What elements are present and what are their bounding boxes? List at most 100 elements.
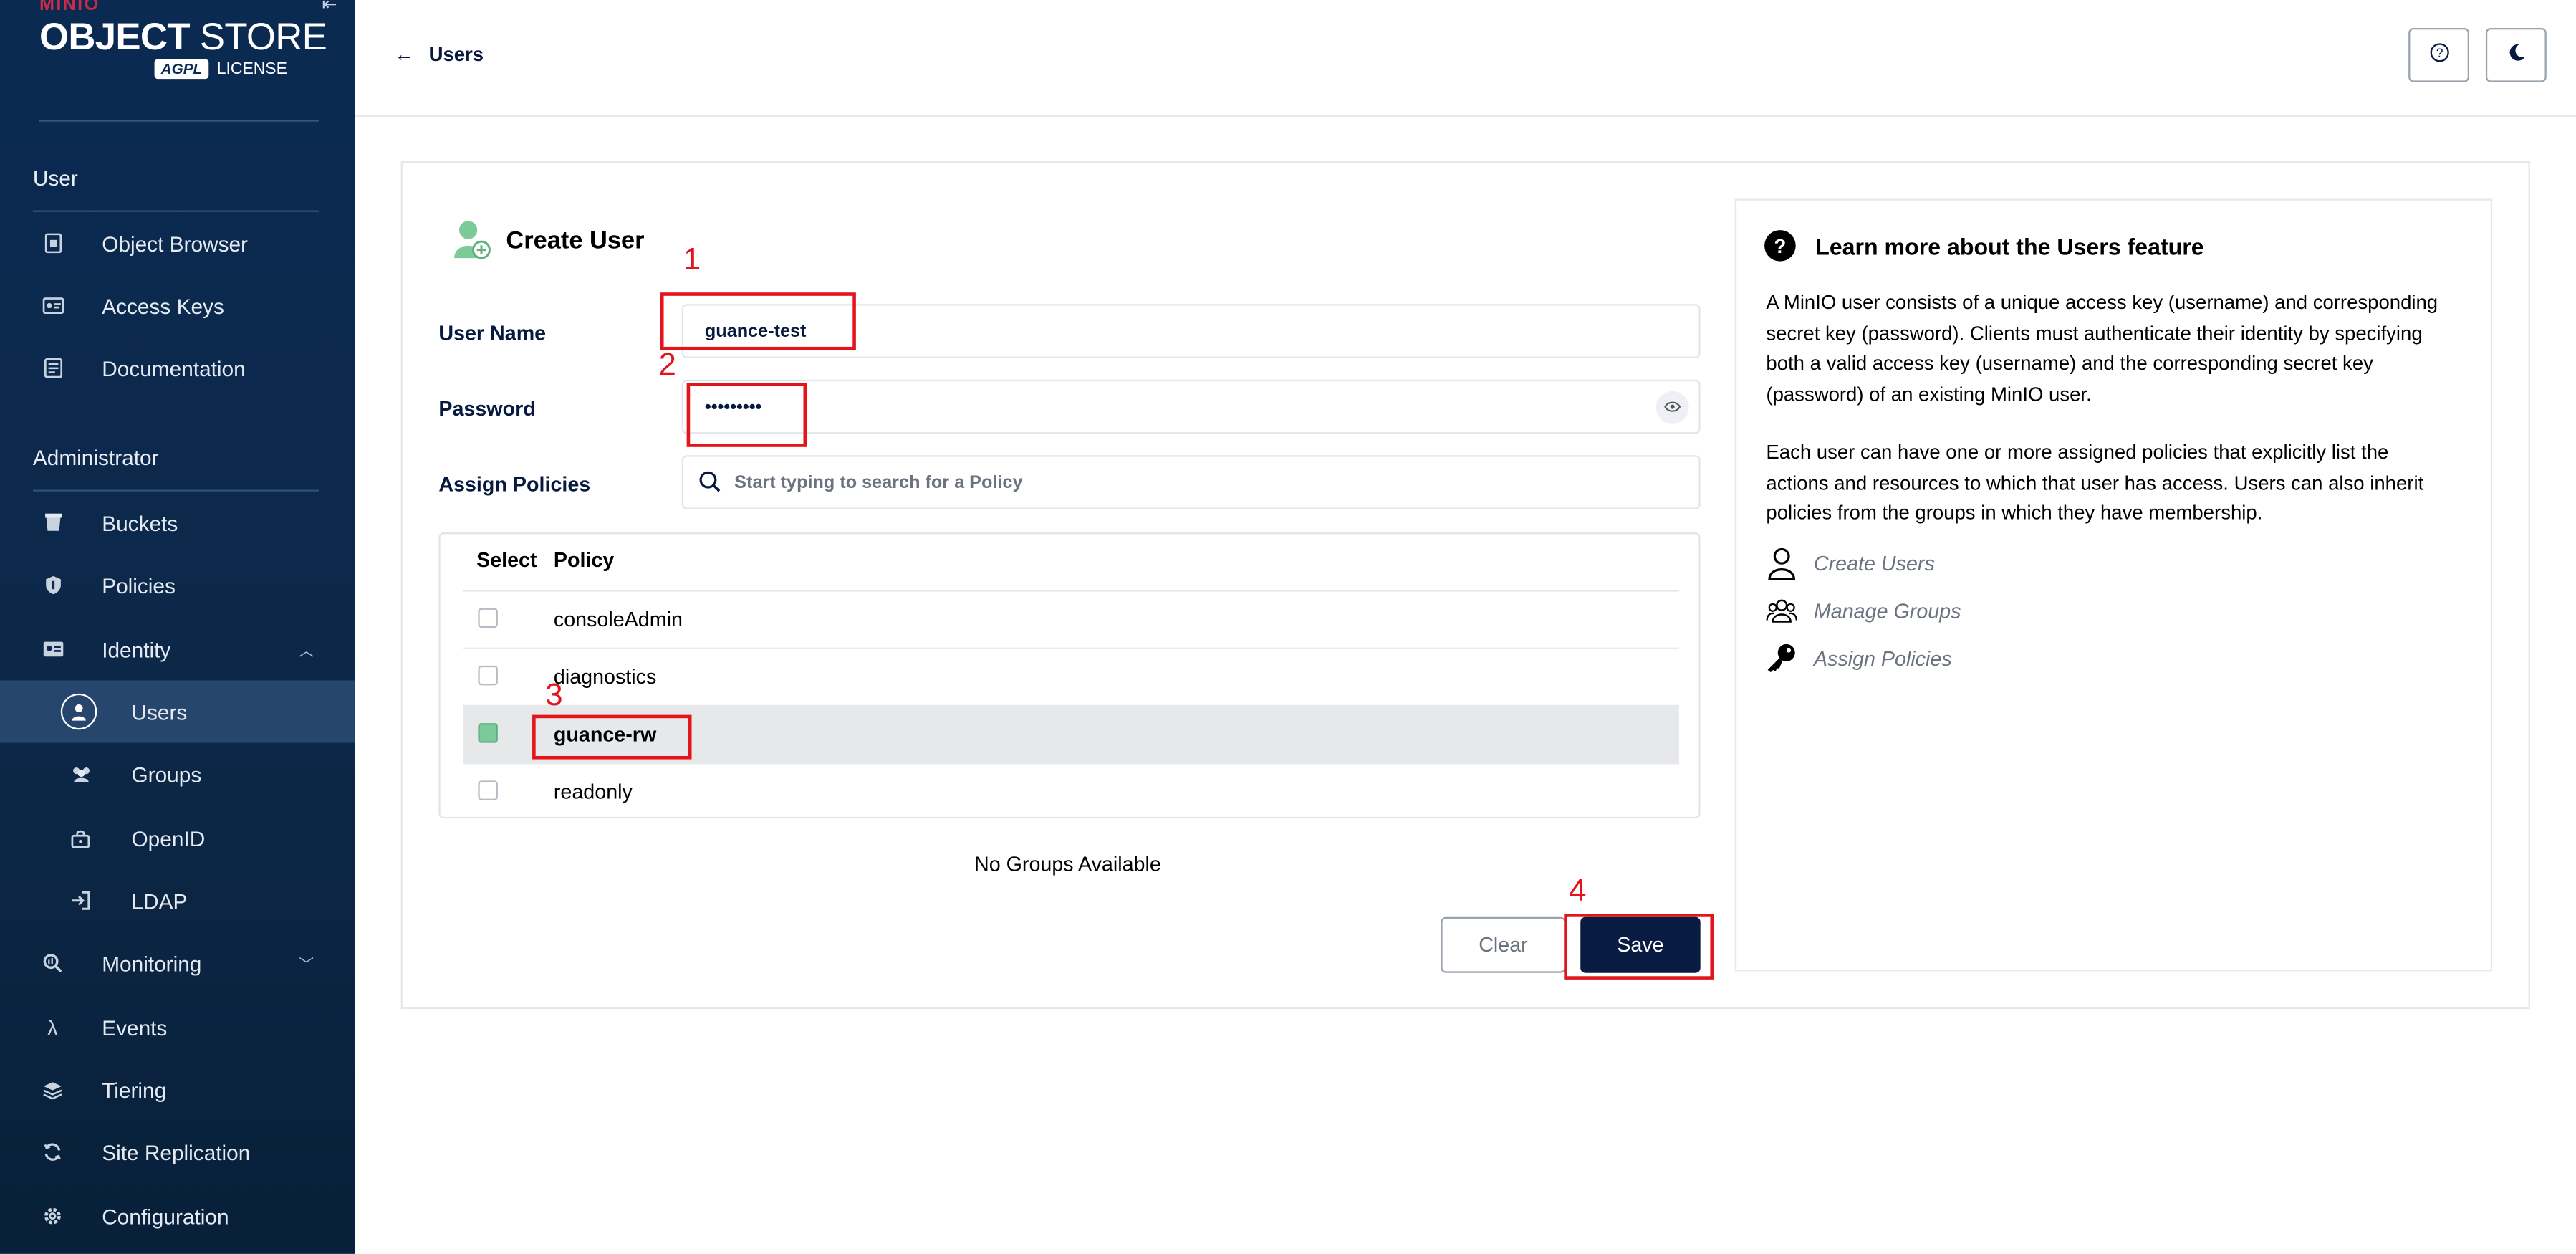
dark-mode-button[interactable] bbox=[2485, 27, 2547, 82]
assign-policies-label: Assign Policies bbox=[438, 473, 591, 497]
checkbox[interactable] bbox=[478, 665, 498, 686]
site-replication-icon bbox=[41, 1141, 64, 1164]
annotation-box bbox=[1564, 914, 1714, 980]
annotation-box bbox=[660, 292, 856, 350]
sidebar-item-users[interactable]: Users bbox=[0, 680, 355, 743]
sidebar-item-label: LDAP bbox=[131, 888, 188, 913]
help-link-label: Assign Policies bbox=[1813, 646, 1952, 670]
sidebar-item-label: Monitoring bbox=[102, 950, 202, 976]
brand-license: AGPL LICENSE bbox=[154, 59, 287, 80]
help-link-assign-policies[interactable]: Assign Policies bbox=[1766, 643, 1952, 674]
annotation-box bbox=[532, 714, 692, 760]
monitoring-icon bbox=[41, 952, 64, 975]
sidebar-item-configuration[interactable]: Configuration bbox=[0, 1185, 355, 1248]
sidebar-item-label: Tiering bbox=[102, 1077, 167, 1102]
sidebar-item-label: Buckets bbox=[102, 510, 178, 535]
chevron-down-icon[interactable]: ﹀ bbox=[299, 952, 314, 974]
sidebar-item-label: Configuration bbox=[102, 1203, 229, 1229]
sidebar-item-label: Identity bbox=[102, 636, 171, 662]
annotation-number: 3 bbox=[545, 679, 563, 714]
access-keys-icon bbox=[41, 295, 64, 317]
license-text: LICENSE bbox=[216, 59, 287, 78]
sidebar-item-label: Site Replication bbox=[102, 1139, 251, 1164]
password-label: Password bbox=[438, 398, 536, 421]
clear-button[interactable]: Clear bbox=[1441, 916, 1566, 973]
svg-text:?: ? bbox=[2436, 45, 2443, 59]
ldap-icon bbox=[69, 889, 92, 912]
sidebar-item-label: OpenID bbox=[131, 825, 206, 851]
help-paragraph: A MinIO user consists of a unique access… bbox=[1766, 290, 2438, 406]
annotation-number: 4 bbox=[1569, 874, 1587, 909]
section-administrator: Administrator bbox=[32, 445, 159, 470]
search-placeholder: Start typing to search for a Policy bbox=[734, 472, 1023, 492]
sidebar-item-groups[interactable]: Groups bbox=[0, 743, 355, 805]
sidebar-item-monitoring[interactable]: Monitoring ﹀ bbox=[0, 932, 355, 994]
top-bar: ← Users ? bbox=[355, 0, 2576, 117]
table-row[interactable]: readonly bbox=[463, 762, 1679, 822]
table-row[interactable]: diagnostics bbox=[463, 647, 1679, 707]
user-add-icon bbox=[453, 219, 493, 262]
arrow-left-icon: ← bbox=[394, 42, 414, 66]
groups-icon bbox=[69, 762, 92, 785]
moon-icon bbox=[2507, 43, 2527, 67]
sidebar-item-documentation[interactable]: Documentation bbox=[0, 337, 355, 399]
sidebar-item-tiering[interactable]: Tiering bbox=[0, 1058, 355, 1121]
sidebar-item-policies[interactable]: Policies bbox=[0, 554, 355, 616]
help-link-create-users[interactable]: Create Users bbox=[1766, 547, 1935, 580]
sidebar-item-label: Access Keys bbox=[102, 293, 224, 318]
checkbox-checked[interactable] bbox=[478, 723, 498, 743]
sidebar-item-events[interactable]: λ Events bbox=[0, 996, 355, 1058]
sidebar-item-site-replication[interactable]: Site Replication bbox=[0, 1121, 355, 1183]
brand-logo[interactable]: OBJECT STORE bbox=[39, 15, 327, 59]
sidebar-item-label: Groups bbox=[131, 761, 202, 787]
help-paragraph: Each user can have one or more assigned … bbox=[1766, 440, 2424, 525]
collapse-sidebar-icon[interactable]: ⇤ bbox=[322, 0, 337, 15]
question-icon: ? bbox=[1764, 230, 1796, 262]
sidebar-item-openid[interactable]: OpenID bbox=[0, 807, 355, 869]
users-icon bbox=[60, 693, 97, 730]
policy-name: readonly bbox=[553, 780, 633, 804]
policy-name: consoleAdmin bbox=[553, 608, 683, 631]
brand-object: OBJECT bbox=[39, 14, 191, 58]
help-header: ? Learn more about the Users feature bbox=[1764, 230, 2204, 262]
help-link-label: Create Users bbox=[1813, 551, 1935, 575]
form-title: Create User bbox=[506, 226, 645, 254]
back-label: Users bbox=[428, 42, 484, 66]
form-header: Create User bbox=[453, 219, 645, 262]
object-browser-icon bbox=[41, 231, 64, 254]
no-groups-message: No Groups Available bbox=[974, 853, 1161, 876]
chevron-up-icon[interactable]: ︿ bbox=[299, 638, 314, 660]
help-button[interactable]: ? bbox=[2408, 27, 2469, 82]
brand-minio: MINIO bbox=[39, 0, 100, 15]
back-button[interactable]: ← Users bbox=[394, 43, 484, 66]
buckets-icon bbox=[41, 511, 64, 534]
sidebar-item-label: Events bbox=[102, 1015, 168, 1040]
section-user: User bbox=[32, 166, 78, 191]
help-link-label: Manage Groups bbox=[1813, 598, 1961, 623]
sidebar-item-label: Policies bbox=[102, 573, 176, 598]
help-link-manage-groups[interactable]: Manage Groups bbox=[1766, 595, 1961, 626]
sidebar-item-label: Documentation bbox=[102, 355, 246, 380]
policy-search-input[interactable]: Start typing to search for a Policy bbox=[681, 455, 1701, 509]
checkbox[interactable] bbox=[478, 780, 498, 800]
password-input[interactable]: ••••••••• bbox=[681, 379, 1701, 434]
sidebar-item-identity[interactable]: Identity ︿ bbox=[0, 618, 355, 680]
sidebar: MINIO OBJECT STORE AGPL LICENSE ⇤ User O… bbox=[0, 0, 355, 1254]
sidebar-item-object-browser[interactable]: Object Browser bbox=[0, 212, 355, 274]
sidebar-item-access-keys[interactable]: Access Keys bbox=[0, 274, 355, 337]
sidebar-item-buckets[interactable]: Buckets bbox=[0, 492, 355, 554]
checkbox[interactable] bbox=[478, 608, 498, 628]
divider bbox=[39, 120, 319, 122]
username-label: User Name bbox=[438, 322, 547, 345]
sidebar-item-label: Users bbox=[131, 699, 188, 724]
configuration-icon bbox=[41, 1205, 64, 1227]
column-header-select: Select bbox=[476, 548, 537, 573]
table-row[interactable]: consoleAdmin bbox=[463, 590, 1679, 649]
eye-icon[interactable] bbox=[1655, 390, 1689, 423]
documentation-icon bbox=[41, 357, 64, 380]
key-icon bbox=[1766, 643, 1797, 674]
agpl-badge: AGPL bbox=[154, 59, 209, 80]
annotation-number: 2 bbox=[658, 348, 676, 383]
sidebar-item-ldap[interactable]: LDAP bbox=[0, 869, 355, 932]
tiering-icon bbox=[41, 1078, 64, 1101]
